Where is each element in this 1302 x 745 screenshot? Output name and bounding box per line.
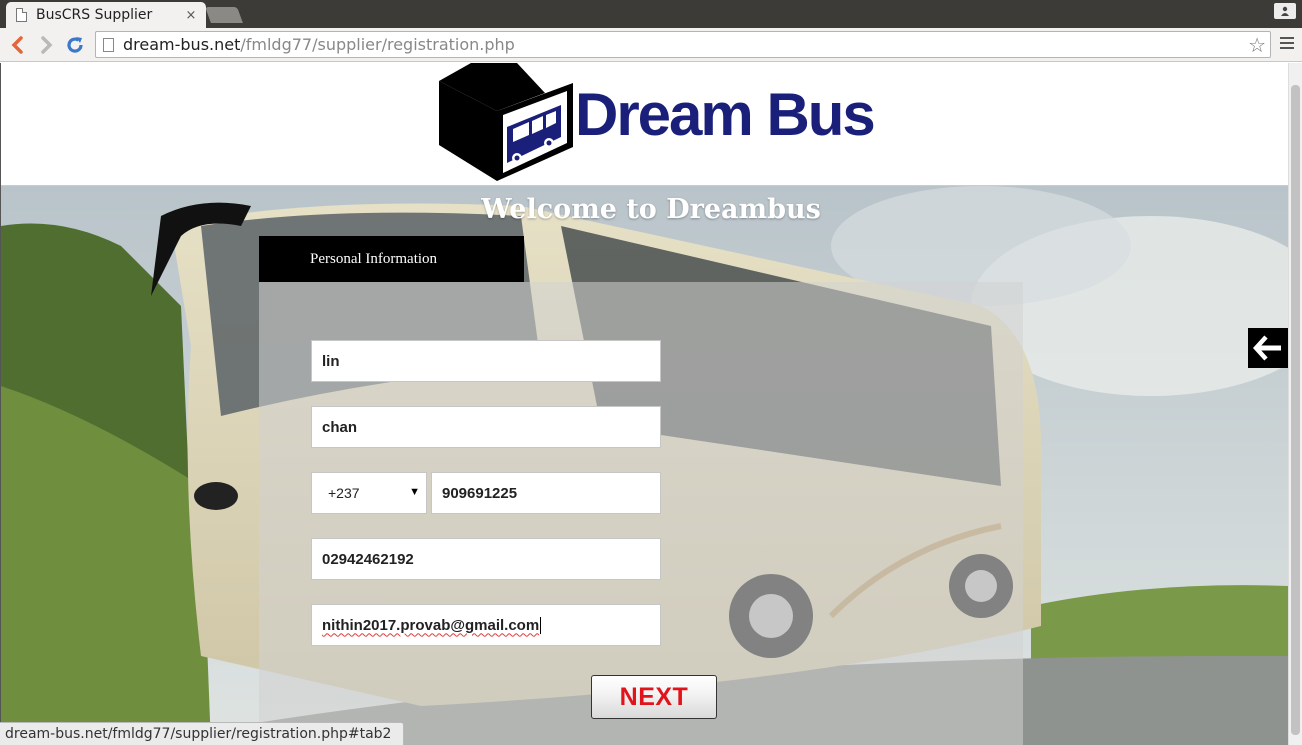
- tab-title: BusCRS Supplier: [36, 7, 153, 23]
- reload-button[interactable]: [64, 34, 86, 56]
- reload-icon: [67, 37, 83, 53]
- back-button[interactable]: [6, 34, 28, 56]
- dreambus-logo[interactable]: Dream Bus: [435, 63, 876, 183]
- hero-background: Welcome to Dreambus lin chan +237 ▼ 9096…: [1, 186, 1288, 745]
- mobile-number-value: 909691225: [442, 484, 518, 502]
- tab-personal-information[interactable]: Personal Information: [259, 236, 524, 282]
- first-name-value: lin: [322, 352, 340, 370]
- scrollbar-thumb[interactable]: [1291, 85, 1300, 735]
- logo-word-dream: Dream: [575, 81, 754, 148]
- dropdown-caret-icon: ▼: [409, 486, 420, 498]
- registration-form-panel: lin chan +237 ▼ 909691225 02942462192 ni…: [259, 282, 1023, 745]
- email-field[interactable]: nithin2017.provab@gmail.com: [311, 604, 661, 646]
- url-host: dream-bus.net: [123, 35, 241, 54]
- arrow-right-icon: [41, 36, 53, 54]
- tab-strip: BusCRS Supplier ×: [0, 0, 1302, 28]
- forward-button[interactable]: [36, 34, 58, 56]
- profile-icon[interactable]: [1274, 3, 1296, 19]
- phone-number-field[interactable]: 02942462192: [311, 538, 661, 580]
- side-back-button[interactable]: [1248, 328, 1288, 368]
- first-name-field[interactable]: lin: [311, 340, 661, 382]
- email-value: nithin2017.provab@gmail.com: [322, 616, 540, 634]
- next-button[interactable]: NEXT: [591, 675, 717, 719]
- country-code-value: +237: [328, 485, 360, 501]
- phone-number-value: 02942462192: [322, 550, 414, 568]
- logo-word-bus: Bus: [766, 81, 875, 148]
- tab-close-icon[interactable]: ×: [184, 8, 198, 23]
- text-cursor: [540, 616, 542, 634]
- country-code-select[interactable]: +237 ▼: [311, 472, 427, 514]
- status-bubble: dream-bus.net/fmldg77/supplier/registrat…: [0, 722, 405, 745]
- arrow-left-white-icon: [1253, 335, 1281, 361]
- last-name-field[interactable]: chan: [311, 406, 661, 448]
- browser-toolbar: dream-bus.net/fmldg77/supplier/registrat…: [0, 28, 1302, 62]
- star-icon[interactable]: ☆: [1248, 33, 1266, 57]
- page-icon: [16, 8, 27, 22]
- page-icon: [103, 37, 114, 52]
- page-scrollbar[interactable]: [1288, 63, 1302, 745]
- bus-box-logo-icon: [439, 63, 573, 181]
- mobile-number-field[interactable]: 909691225: [431, 472, 661, 514]
- logo-wordmark: Dream Bus: [575, 85, 876, 145]
- hamburger-menu-icon[interactable]: [1280, 37, 1294, 51]
- arrow-left-icon: [11, 36, 23, 54]
- last-name-value: chan: [322, 418, 358, 436]
- browser-tab[interactable]: BusCRS Supplier ×: [6, 2, 206, 28]
- welcome-heading: Welcome to Dreambus: [481, 194, 821, 225]
- page-viewport: Dream Bus Welcome to Dreambus lin chan +…: [0, 63, 1288, 745]
- new-tab-button[interactable]: [205, 7, 243, 23]
- site-header: Dream Bus: [1, 63, 1288, 186]
- url-path: /fmldg77/supplier/registration.php: [240, 35, 515, 54]
- address-bar[interactable]: dream-bus.net/fmldg77/supplier/registrat…: [95, 31, 1271, 58]
